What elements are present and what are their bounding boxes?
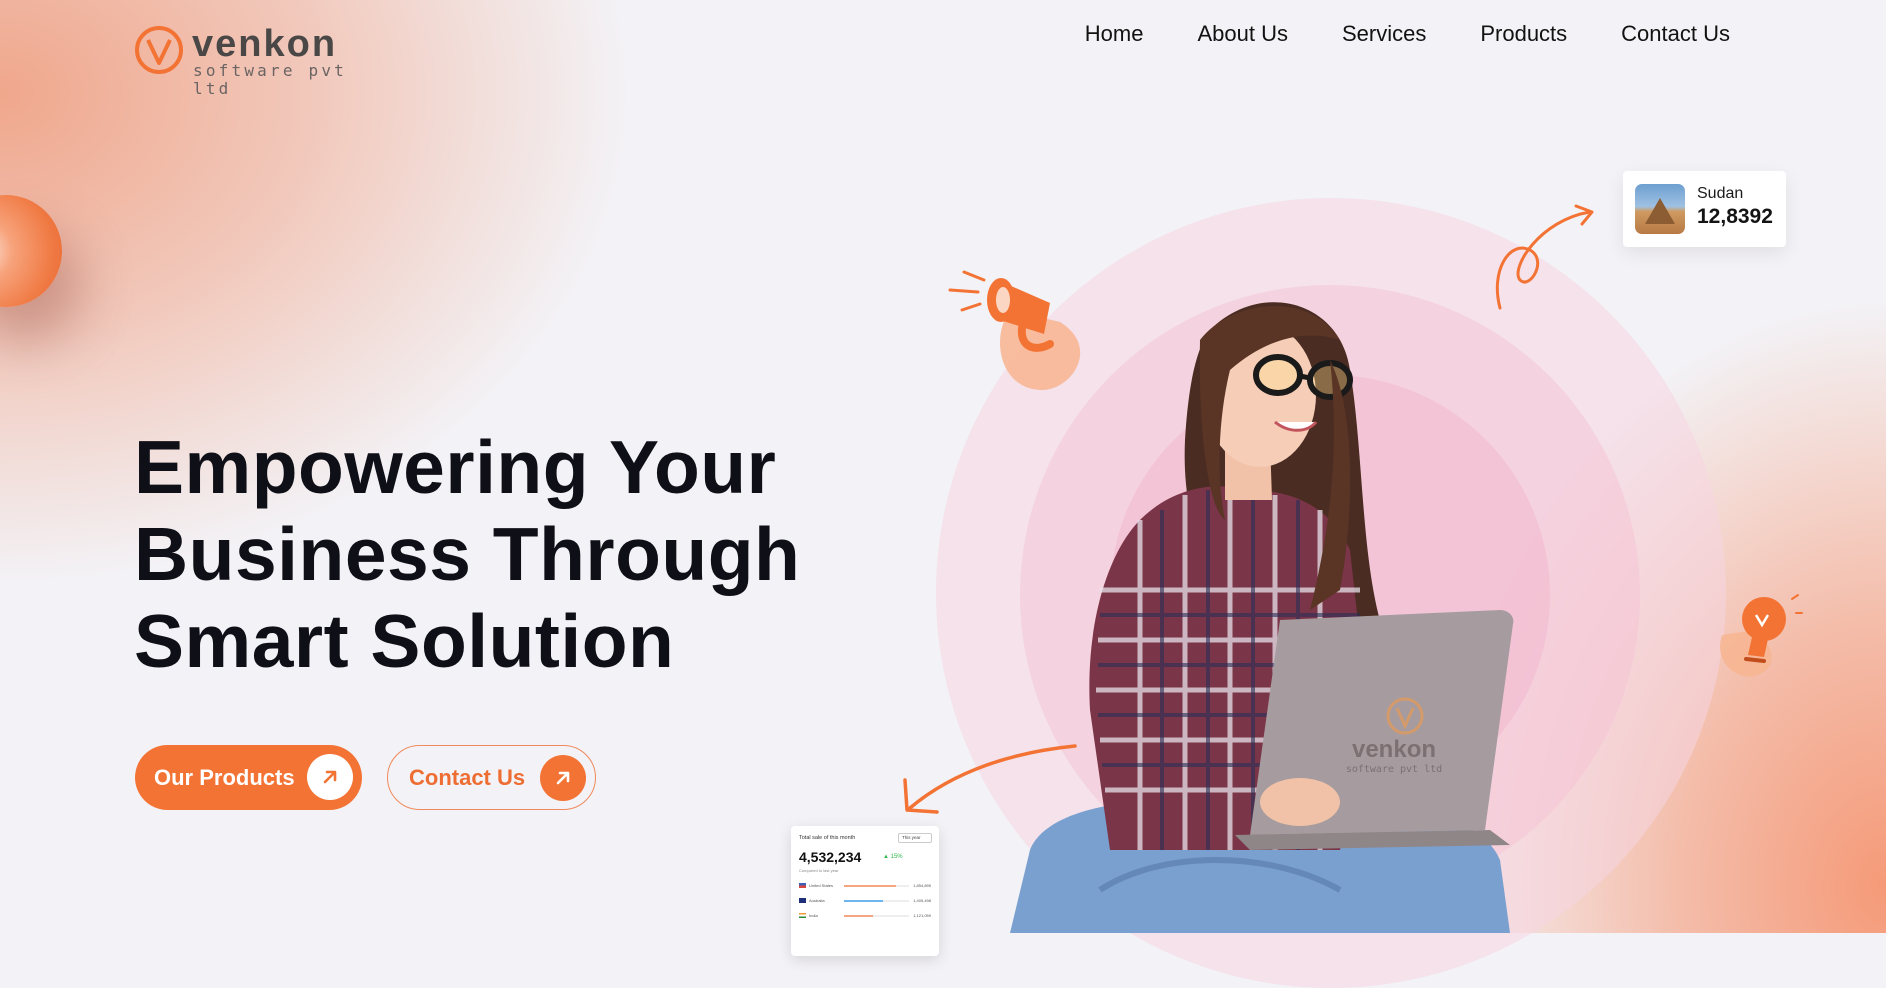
lightbulb-icon xyxy=(1720,594,1803,677)
brand-logo[interactable]: venkon software pvt ltd xyxy=(135,23,365,98)
flag-icon xyxy=(799,913,806,918)
arrow-up-right-icon xyxy=(307,754,353,800)
dash-change: ▲ 15% xyxy=(883,854,903,860)
sales-dashboard-card: Total sale of this month This year 4,532… xyxy=(791,826,939,956)
pyramid-thumbnail xyxy=(1635,184,1685,234)
dash-row-country: Australia xyxy=(809,898,825,903)
stat-value: 12,8392 xyxy=(1697,205,1773,228)
dash-subtitle: Compared to last year xyxy=(799,868,839,873)
dash-row: India 1,121,059 xyxy=(799,912,931,920)
brand-tagline: software pvt ltd xyxy=(193,61,347,98)
hero-heading: Empowering Your Business Through Smart S… xyxy=(134,424,894,685)
flag-icon xyxy=(799,883,806,888)
dash-row-country: United States xyxy=(809,883,834,888)
flag-icon xyxy=(799,898,806,903)
dash-filter-select[interactable]: This year xyxy=(898,833,932,843)
dash-row-bar xyxy=(844,885,909,887)
nav-products[interactable]: Products xyxy=(1480,19,1567,49)
dash-title: Total sale of this month xyxy=(799,835,856,841)
contact-us-button[interactable]: Contact Us xyxy=(387,745,596,810)
dash-row-bar xyxy=(844,900,909,902)
dash-row-bar xyxy=(844,915,909,917)
main-nav: Home About Us Services Products Contact … xyxy=(1031,19,1730,49)
nav-about-us[interactable]: About Us xyxy=(1197,19,1288,49)
dash-row-value: 1,405,498 xyxy=(913,898,931,903)
nav-contact-us[interactable]: Contact Us xyxy=(1621,19,1730,49)
pointing-arrow-icon xyxy=(903,744,1077,814)
logo-v-icon xyxy=(135,26,183,74)
dash-total: 4,532,234 xyxy=(799,849,862,865)
dash-row-value: 1,121,059 xyxy=(913,913,931,918)
our-products-button[interactable]: Our Products xyxy=(135,745,362,810)
dash-row: United States 1,854,895 xyxy=(799,882,931,890)
country-stat-card: Sudan 12,8392 xyxy=(1623,171,1786,247)
laptop-brand-name: venkon xyxy=(1352,736,1436,763)
dash-row-value: 1,854,895 xyxy=(913,883,931,888)
hero-heading-line2: Business Through xyxy=(134,512,801,596)
nav-home[interactable]: Home xyxy=(1085,19,1144,49)
our-products-label: Our Products xyxy=(154,764,295,790)
contact-us-label: Contact Us xyxy=(409,764,526,790)
woman-with-laptop-image: venkon software pvt ltd xyxy=(1010,302,1514,933)
arrow-up-right-icon xyxy=(540,755,586,801)
hero-heading-line1: Empowering Your xyxy=(134,425,777,509)
hero-heading-line3: Smart Solution xyxy=(134,599,675,683)
brand-name: venkon xyxy=(192,23,338,65)
dash-row-country: India xyxy=(809,913,818,918)
laptop-brand-tagline: software pvt ltd xyxy=(1346,764,1442,775)
stat-country: Sudan xyxy=(1697,185,1744,202)
dash-row: Australia 1,405,498 xyxy=(799,897,931,905)
nav-services[interactable]: Services xyxy=(1342,19,1426,49)
